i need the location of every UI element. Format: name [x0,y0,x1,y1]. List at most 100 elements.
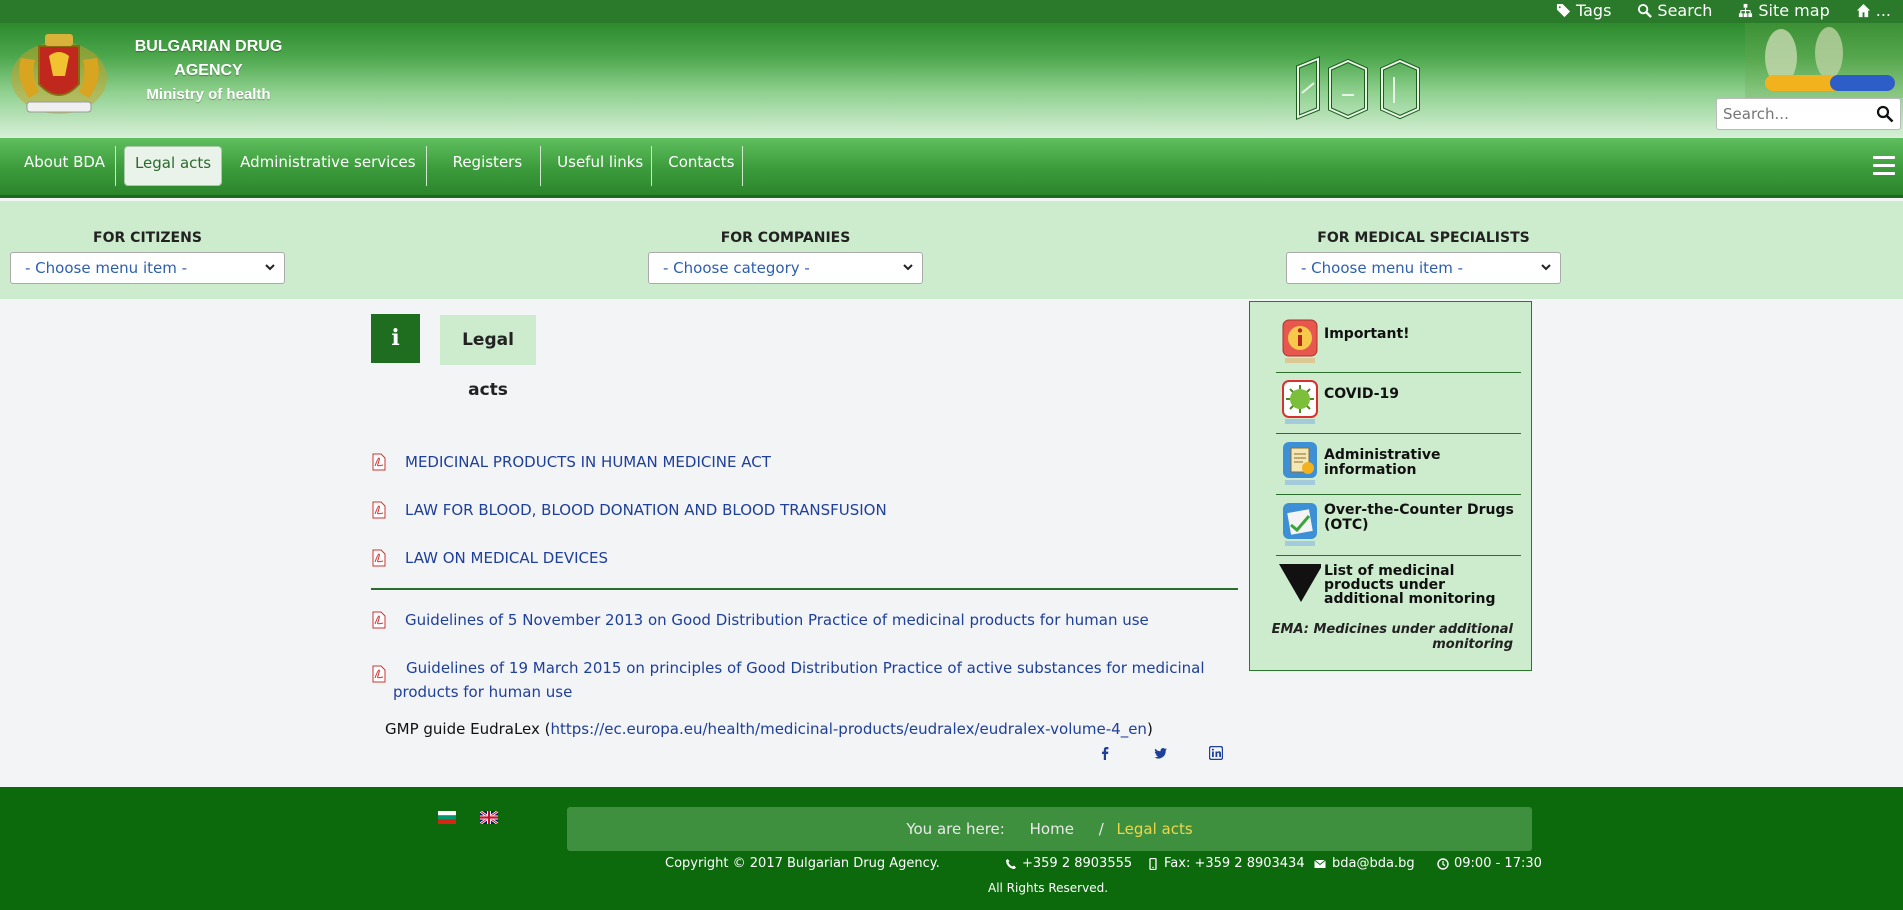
fax-number: Fax: +359 2 8903434 [1164,856,1305,871]
header-search-input[interactable] [1717,99,1867,129]
facebook-icon[interactable] [1098,746,1112,760]
companies-title: FOR COMPANIES [720,230,851,246]
specialists-column: FOR MEDICAL SPECIALISTS - Choose menu it… [1286,230,1561,284]
nav-item-contacts[interactable]: Contacts [652,146,744,186]
document-title[interactable]: Guidelines of 5 November 2013 on Good Di… [405,608,1149,632]
nav-item-legal-acts[interactable]: Legal acts [123,146,223,186]
footer-hours: 09:00 - 17:30 [1437,856,1542,871]
twitter-icon[interactable] [1154,746,1168,760]
chevron-down-icon [1541,264,1551,271]
header-search-box[interactable] [1716,98,1901,130]
companies-select-value: - Choose category - [663,259,810,277]
pdf-icon [372,501,386,519]
info-icon: i [371,314,420,363]
main-navigation: About BDA Legal acts Administrative serv… [0,138,1903,198]
gmp-guide-line: GMP guide EudraLex (https://ec.europa.eu… [371,718,1241,740]
nav-item-administrative-services[interactable]: Administrative services [230,146,427,186]
pdf-icon [372,453,386,471]
copyright-text: Copyright © 2017 Bulgarian Drug Agency. [665,856,940,871]
home-link[interactable]: ... [1856,1,1891,20]
side-item-otc-drugs[interactable]: Over-the-Counter Drugs (OTC) [1276,495,1521,556]
document-title[interactable]: MEDICINAL PRODUCTS IN HUMAN MEDICINE ACT [405,450,771,474]
sitemap-link[interactable]: Site map [1738,1,1830,20]
document-title[interactable]: LAW FOR BLOOD, BLOOD DONATION AND BLOOD … [405,498,887,522]
side-item-important[interactable]: Important! [1276,312,1521,373]
nav-item-useful-links[interactable]: Useful links [541,146,653,186]
org-name-line2: AGENCY [174,62,243,79]
working-hours: 09:00 - 17:30 [1454,856,1542,871]
document-link-medicinal-products-act[interactable]: MEDICINAL PRODUCTS IN HUMAN MEDICINE ACT [371,450,1241,474]
ministry-name: Ministry of health [146,86,271,103]
tags-label: Tags [1575,1,1612,20]
hamburger-menu-icon[interactable] [1873,156,1895,176]
citizens-select[interactable]: - Choose menu item - [10,252,285,284]
envelope-icon [1314,859,1326,868]
important-info-icon [1282,319,1318,363]
side-item-covid-19[interactable]: COVID-19 [1276,373,1521,434]
search-icon [1638,3,1653,18]
side-item-label: Over-the-Counter Drugs (OTC) [1324,502,1514,533]
ema-monitoring-link[interactable]: EMA: Medicines under additional monitori… [1272,622,1513,652]
home-icon [1856,3,1870,18]
search-icon[interactable] [1876,105,1894,123]
uk-flag-icon[interactable] [480,811,498,824]
sitemap-icon [1739,3,1753,18]
side-panel: Important! COVID-19 Administrative infor… [1249,301,1532,671]
document-link-gdp-guidelines-2015[interactable]: Guidelines of 19 March 2015 on principle… [371,656,1241,704]
org-name-line1: BULGARIAN DRUG [134,38,283,55]
document-title[interactable]: Guidelines of 19 March 2015 on principle… [393,659,1205,701]
linkedin-icon[interactable] [1209,746,1223,760]
section-divider [371,588,1238,590]
companies-column: FOR COMPANIES - Choose category - [648,230,923,284]
phone-icon [1006,858,1016,869]
breadcrumb-separator: / [1098,820,1104,838]
copyright-label: Copyright © 2017 Bulgarian Drug Agency. [665,856,940,871]
chevron-down-icon [265,264,275,271]
bao-logo[interactable] [1290,47,1450,132]
side-item-administrative-information[interactable]: Administrative information [1276,434,1521,495]
tag-icon [1556,3,1571,18]
breadcrumb-current: Legal acts [1116,820,1193,838]
document-title[interactable]: LAW ON MEDICAL DEVICES [405,546,608,570]
legal-documents-list: MEDICINAL PRODUCTS IN HUMAN MEDICINE ACT… [371,450,1241,740]
citizens-title: FOR CITIZENS [93,230,202,246]
side-item-label: List of medicinal products under additio… [1324,563,1496,607]
clock-icon [1437,857,1449,870]
side-item-additional-monitoring-list[interactable]: List of medicinal products under additio… [1276,556,1521,617]
specialists-select[interactable]: - Choose menu item - [1286,252,1561,284]
document-link-gdp-guidelines-2013[interactable]: Guidelines of 5 November 2013 on Good Di… [371,608,1241,632]
otc-drugs-icon [1283,503,1317,546]
bulgarian-flag-icon[interactable] [438,811,456,824]
companies-select[interactable]: - Choose category - [648,252,923,284]
tags-link[interactable]: Tags [1556,1,1611,20]
rights-reserved-text: All Rights Reserved. [987,881,1109,895]
gmp-suffix: ) [1146,720,1153,738]
search-link[interactable]: Search [1637,1,1712,20]
breadcrumb-prefix: You are here: [906,820,1005,838]
nav-item-about-bda[interactable]: About BDA [14,146,116,186]
side-item-label: Important! [1324,326,1410,342]
specialists-title: FOR MEDICAL SPECIALISTS [1317,230,1530,246]
mobile-icon [1149,857,1157,870]
specialists-select-value: - Choose menu item - [1301,259,1464,277]
side-item-label: Administrative information [1324,447,1441,478]
chevron-down-icon [903,264,913,271]
document-link-medical-devices-law[interactable]: LAW ON MEDICAL DEVICES [371,546,1241,570]
citizens-column: FOR CITIZENS - Choose menu item - [10,230,285,284]
gmp-eudralex-link[interactable]: https://ec.europa.eu/health/medicinal-pr… [551,720,1147,738]
gmp-prefix: GMP guide EudraLex ( [385,720,551,738]
language-switcher [438,811,498,824]
footer-email: bda@bda.bg [1313,856,1415,871]
email-address[interactable]: bda@bda.bg [1332,856,1415,871]
side-item-label: COVID-19 [1324,386,1400,402]
pdf-icon [372,611,386,629]
ema-link-line1: EMA: Medicines under additional [1271,622,1513,637]
phone-number: +359 2 8903555 [1022,856,1133,871]
page-title: Legal acts [440,315,536,400]
breadcrumb-home-link[interactable]: Home [1030,820,1074,838]
document-link-blood-law[interactable]: LAW FOR BLOOD, BLOOD DONATION AND BLOOD … [371,498,1241,522]
nav-item-registers[interactable]: Registers [441,146,542,186]
top-utility-bar: Tags Search Site map ... [0,0,1903,23]
breadcrumb: You are here: Home / Legal acts [567,807,1532,851]
bulgarian-coat-of-arms-logo[interactable] [5,28,113,121]
